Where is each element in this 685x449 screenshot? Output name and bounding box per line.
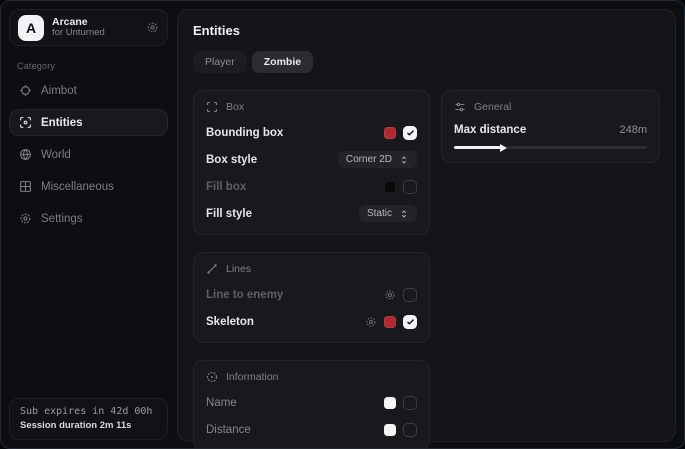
bounding-box-checkbox[interactable] xyxy=(403,126,417,140)
main-panel: Entities Player Zombie Box xyxy=(177,9,676,442)
distance-checkbox[interactable] xyxy=(403,423,417,437)
fill-style-row: Fill style Static xyxy=(206,206,417,221)
box-style-label: Box style xyxy=(206,154,257,166)
content-area: Box Bounding box Box style xyxy=(193,90,660,449)
bounding-box-color-swatch[interactable] xyxy=(384,127,396,139)
information-section-title: Information xyxy=(226,371,279,383)
skeleton-row: Skeleton xyxy=(206,314,417,329)
session-duration-text: Session duration 2m 11s xyxy=(20,420,157,431)
chevrons-up-down-icon xyxy=(399,209,409,219)
globe-icon xyxy=(19,148,32,161)
information-section-card: Information Name Distance xyxy=(193,360,430,449)
skeleton-settings-icon[interactable] xyxy=(365,316,377,328)
sidebar-item-label: Miscellaneous xyxy=(41,181,114,193)
box-style-value: Corner 2D xyxy=(346,154,392,165)
slider-handle[interactable] xyxy=(500,144,507,152)
scan-eye-icon xyxy=(19,116,32,129)
name-row: Name xyxy=(206,395,417,410)
app-window: A Arcane for Unturned Category Aimbot xyxy=(0,0,685,449)
right-column: General Max distance 248m xyxy=(441,90,660,163)
line-icon xyxy=(206,263,218,275)
tab-player[interactable]: Player xyxy=(193,51,247,73)
sidebar-item-aimbot[interactable]: Aimbot xyxy=(9,77,168,104)
sidebar-item-settings[interactable]: Settings xyxy=(9,205,168,232)
left-column: Box Bounding box Box style xyxy=(193,90,430,449)
sidebar-item-label: Entities xyxy=(41,117,83,129)
skeleton-color-swatch[interactable] xyxy=(384,316,396,328)
fill-box-checkbox[interactable] xyxy=(403,180,417,194)
sidebar: A Arcane for Unturned Category Aimbot xyxy=(1,1,176,448)
max-distance-value: 248m xyxy=(619,124,647,136)
brand-subtitle: for Unturned xyxy=(52,28,105,39)
sidebar-item-entities[interactable]: Entities xyxy=(9,109,168,136)
box-section-card: Box Bounding box Box style xyxy=(193,90,430,235)
chevrons-up-down-icon xyxy=(399,155,409,165)
sliders-icon xyxy=(454,101,466,113)
box-style-row: Box style Corner 2D xyxy=(206,152,417,167)
sidebar-item-miscellaneous[interactable]: Miscellaneous xyxy=(9,173,168,200)
tab-bar: Player Zombie xyxy=(193,51,660,73)
line-to-enemy-label: Line to enemy xyxy=(206,289,283,301)
fill-box-label: Fill box xyxy=(206,181,246,193)
sidebar-item-world[interactable]: World xyxy=(9,141,168,168)
box-scan-icon xyxy=(206,101,218,113)
box-section-title: Box xyxy=(226,101,244,113)
info-icon xyxy=(206,371,218,383)
line-to-enemy-checkbox[interactable] xyxy=(403,288,417,302)
max-distance-label: Max distance xyxy=(454,124,526,136)
distance-row: Distance xyxy=(206,422,417,437)
fill-style-dropdown[interactable]: Static xyxy=(359,205,417,222)
name-checkbox[interactable] xyxy=(403,396,417,410)
sidebar-nav: Aimbot Entities World xyxy=(9,77,168,232)
tab-zombie[interactable]: Zombie xyxy=(252,51,313,73)
category-label: Category xyxy=(17,61,168,71)
line-to-enemy-settings-icon[interactable] xyxy=(384,289,396,301)
lines-section-card: Lines Line to enemy xyxy=(193,252,430,343)
general-section-title: General xyxy=(474,101,511,113)
bounding-box-label: Bounding box xyxy=(206,127,283,139)
subscription-card: Sub expires in 42d 00h Session duration … xyxy=(9,398,168,440)
fill-box-color-swatch[interactable] xyxy=(384,181,396,193)
brand-card: A Arcane for Unturned xyxy=(9,9,168,46)
gear-icon xyxy=(19,212,32,225)
slider-fill xyxy=(454,146,502,149)
distance-label: Distance xyxy=(206,424,251,436)
brand-logo: A xyxy=(18,15,44,41)
skeleton-checkbox[interactable] xyxy=(403,315,417,329)
name-color-swatch[interactable] xyxy=(384,397,396,409)
fill-style-value: Static xyxy=(367,208,392,219)
sidebar-item-label: Aimbot xyxy=(41,85,77,97)
general-section-card: General Max distance 248m xyxy=(441,90,660,163)
sidebar-item-label: Settings xyxy=(41,213,83,225)
layout-grid-icon xyxy=(19,180,32,193)
max-distance-row: Max distance 248m xyxy=(454,124,647,136)
fill-box-row: Fill box xyxy=(206,179,417,194)
crosshair-icon xyxy=(19,84,32,97)
max-distance-slider[interactable] xyxy=(454,146,647,149)
box-style-dropdown[interactable]: Corner 2D xyxy=(338,151,417,168)
skeleton-label: Skeleton xyxy=(206,316,254,328)
distance-color-swatch[interactable] xyxy=(384,424,396,436)
fill-style-label: Fill style xyxy=(206,208,252,220)
bounding-box-row: Bounding box xyxy=(206,125,417,140)
name-label: Name xyxy=(206,397,237,409)
lines-section-title: Lines xyxy=(226,263,251,275)
sync-gear-icon[interactable] xyxy=(146,21,159,34)
sidebar-item-label: World xyxy=(41,149,71,161)
line-to-enemy-row: Line to enemy xyxy=(206,287,417,302)
page-title: Entities xyxy=(193,23,660,38)
sub-expiry-text: Sub expires in 42d 00h xyxy=(20,406,157,417)
